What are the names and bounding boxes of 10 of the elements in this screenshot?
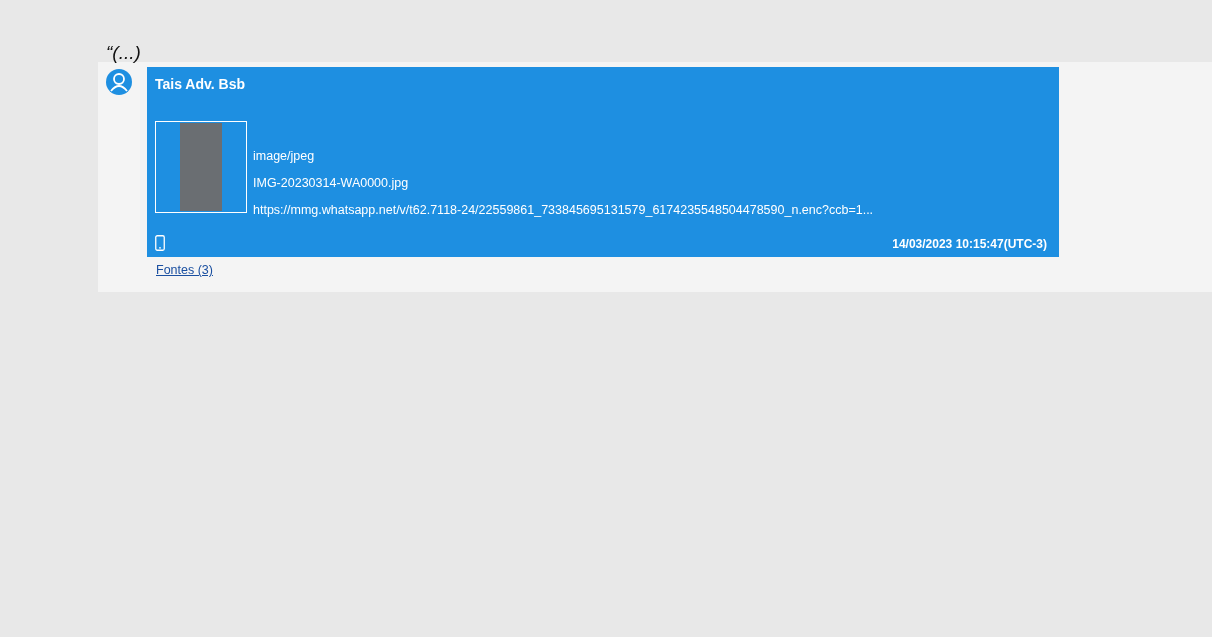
message-timestamp: 14/03/2023 10:15:47(UTC-3) (892, 237, 1047, 251)
mime-type: image/jpeg (253, 148, 316, 165)
person-icon (106, 69, 132, 95)
quote-mark: “(...) (105, 41, 142, 64)
sender-name: Tais Adv. Bsb (155, 75, 246, 93)
file-name: IMG-20230314-WA0000.jpg (253, 175, 410, 192)
phone-icon (155, 235, 165, 251)
image-thumbnail[interactable] (155, 121, 247, 213)
file-url: https://mmg.whatsapp.net/v/t62.7118-24/22559861_733845695131579_6174235548504478590_n.enc?ccb=1... (253, 202, 874, 219)
sources-link[interactable]: Fontes (3) (156, 263, 213, 277)
